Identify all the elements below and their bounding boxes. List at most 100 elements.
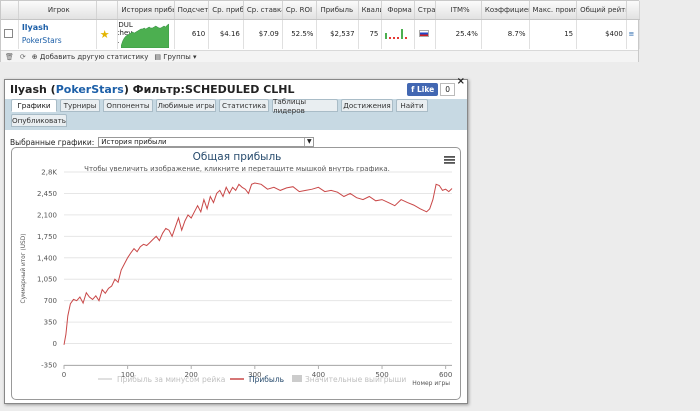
legend-item[interactable]: Значительные выигрыши (292, 375, 406, 384)
stats-header-row: Игрок История прибыли Подсчет Ср. прибыл… (1, 1, 641, 20)
y-tick-label: 700 (44, 297, 57, 305)
form-bar (392, 37, 395, 40)
col-header-qualif[interactable]: Квалиф (358, 1, 383, 20)
y-tick-label: 2,450 (37, 190, 57, 198)
col-header-form[interactable]: Форма (381, 1, 415, 20)
col-header-avg-roi[interactable]: Ср. ROI (282, 1, 318, 20)
tab-statistics[interactable]: Статистика (219, 99, 269, 112)
col-header-max-loss[interactable]: Макс. проигрыш (529, 1, 578, 20)
col-header-profit[interactable]: Прибыль (316, 1, 359, 20)
facebook-like-label: Like (416, 85, 435, 94)
facebook-like-count: 0 (440, 83, 455, 96)
facebook-like-button[interactable]: f Like (407, 83, 439, 96)
x-tick-label: 600 (439, 371, 452, 379)
russia-flag-icon (418, 29, 429, 37)
add-stats-button[interactable]: ⊕ Добавить другую статистику (32, 53, 149, 61)
chart-menu-icon-line (444, 159, 455, 161)
col-header-avg-stake[interactable]: Ср. ставка (243, 1, 283, 20)
form-cell (381, 19, 415, 49)
form-bar (396, 37, 399, 40)
refresh-icon[interactable]: ⟳ (20, 53, 26, 61)
col-header-itm[interactable]: ITM% (435, 1, 482, 20)
y-tick-label: 1,400 (37, 254, 57, 262)
col-header-extra (626, 1, 641, 20)
close-icon[interactable]: × (457, 76, 465, 87)
profit-chart[interactable]: Общая прибыль Чтобы увеличить изображение… (11, 147, 461, 400)
col-header-select[interactable] (1, 1, 19, 20)
row-checkbox[interactable] (4, 28, 13, 38)
country-cell (414, 19, 437, 49)
legend-label: Прибыль за минусом рейка (117, 375, 225, 384)
chart-title: Общая прибыль (193, 151, 282, 163)
legend-item[interactable]: Прибыль (230, 375, 284, 384)
groups-button[interactable]: ▤ Группы ▾ (154, 53, 196, 61)
row-menu-cell[interactable]: ≡ (626, 19, 641, 49)
col-header-profit-history[interactable]: История прибыли (117, 1, 175, 20)
x-axis-title: Номер игры (412, 380, 450, 387)
profit-cell: $2,537 (316, 19, 359, 49)
form-bar (384, 33, 387, 40)
tab-search[interactable]: Найти (396, 99, 428, 112)
col-header-country[interactable]: Страна (414, 1, 437, 20)
chart-menu-icon-line (444, 162, 455, 164)
table-row: Ilyash PokerStars ★ SCHEDUL Courchev H/L… (1, 19, 641, 49)
tab-publish[interactable]: Опубликовать (11, 114, 67, 127)
y-tick-label: 2,100 (37, 211, 57, 219)
star-icon[interactable]: ★ (100, 28, 110, 41)
col-header-player[interactable]: Игрок (18, 1, 97, 20)
chevron-down-icon: ▼ (304, 138, 313, 146)
y-tick-label: 1,750 (37, 233, 57, 241)
profit-chart-svg[interactable]: Общая прибыльЧтобы увеличить изображение… (12, 148, 462, 401)
profit-sparkline (121, 23, 170, 48)
col-header-count[interactable]: Подсчет (174, 1, 210, 20)
tab-graphs[interactable]: Графики (11, 99, 57, 112)
tab-achievements[interactable]: Достижения (341, 99, 393, 112)
y-tick-label: 1,050 (37, 276, 57, 284)
legend-item[interactable]: Прибыль за минусом рейка (98, 375, 225, 384)
x-tick-label: 0 (62, 371, 66, 379)
avg-stake-cell: $7.09 (243, 19, 283, 49)
player-link[interactable]: Ilyash (22, 23, 93, 32)
graph-selector-label: Выбранные графики: (10, 137, 95, 147)
col-header-coef[interactable]: Коэффициент (481, 1, 530, 20)
graph-selector-dropdown[interactable]: История прибыли ▼ (98, 137, 315, 147)
total-rating-cell: $400 (576, 19, 627, 49)
y-tick-label: 350 (44, 319, 57, 327)
col-header-fav[interactable] (96, 1, 119, 20)
stats-table: Игрок История прибыли Подсчет Ср. прибыл… (0, 0, 641, 62)
facebook-like-widget: f Like 0 (407, 83, 455, 96)
form-bar (388, 37, 391, 40)
tab-tournaments[interactable]: Турниры (60, 99, 100, 112)
panel-player-name: Ilyash (10, 83, 47, 96)
favorite-cell[interactable]: ★ (96, 19, 119, 49)
col-header-avg-profit[interactable]: Ср. прибыль (208, 1, 244, 20)
chart-menu-icon[interactable] (444, 156, 455, 164)
coef-cell: 8.7% (481, 19, 530, 49)
legend-label: Значительные выигрыши (305, 375, 406, 384)
sparkline-area (121, 23, 170, 48)
avg-roi-cell: 52.5% (282, 19, 318, 49)
form-bar (404, 37, 407, 40)
series-line-Прибыль (63, 182, 453, 345)
panel-title: Ilyash (PokerStars) Фильтр: SCHEDULED CLH… (5, 80, 467, 99)
panel-room-link[interactable]: PokerStars (56, 83, 124, 96)
y-tick-label: -350 (41, 362, 57, 370)
delete-icon[interactable]: 🗑 (5, 53, 14, 61)
filter-cell: SCHEDUL Courchev H/L (117, 19, 175, 49)
tab-opponents[interactable]: Оппоненты (103, 99, 153, 112)
chart-menu-icon-line (444, 156, 455, 158)
stats-toolbar: 🗑 ⟳ ⊕ Добавить другую статистику ▤ Групп… (1, 50, 638, 62)
y-axis-title: Суммарный итог (USD) (20, 234, 27, 304)
chart-legend: Прибыль за минусом рейка Прибыль Значитель… (98, 375, 406, 384)
tab-favorite-games[interactable]: Любимые игры (156, 99, 216, 112)
itm-cell: 25.4% (435, 19, 482, 49)
graph-selector-value: История прибыли (101, 138, 167, 146)
col-header-total-rating[interactable]: Общий рейтинг (576, 1, 627, 20)
row-checkbox-cell[interactable] (1, 19, 19, 49)
tabs-bar: Графики Турниры Оппоненты Любимые игры С… (5, 97, 467, 130)
form-bar (400, 29, 403, 40)
room-link[interactable]: PokerStars (22, 36, 93, 45)
tab-leaderboards[interactable]: Таблицы лидеров (272, 97, 338, 115)
form-bars (384, 29, 407, 40)
legend-swatch (292, 375, 302, 382)
